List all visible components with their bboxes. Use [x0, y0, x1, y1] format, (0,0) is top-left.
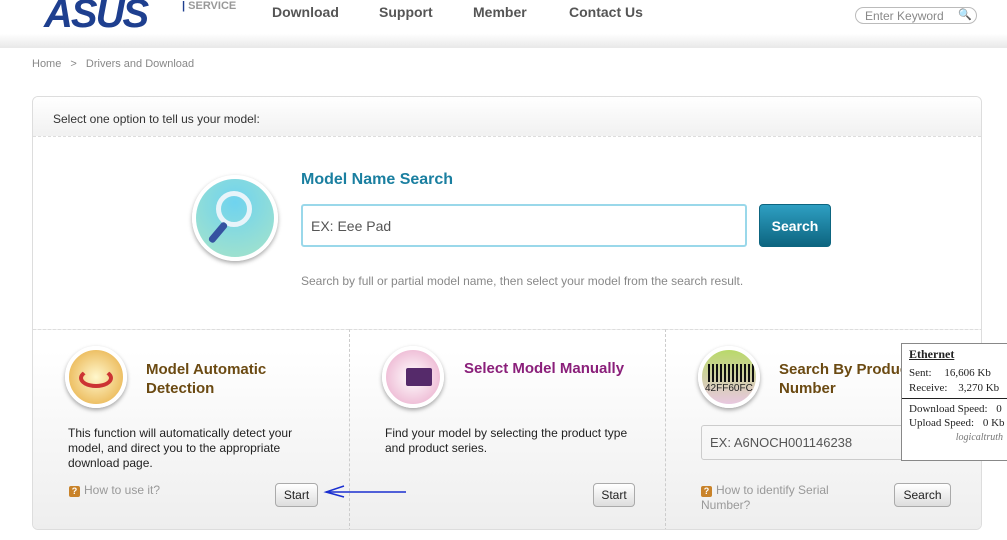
- ethernet-widget: Ethernet Sent: 16,606 Kb Receive: 3,270 …: [901, 343, 1007, 461]
- upload-speed-label: Upload Speed:: [909, 417, 975, 429]
- how-to-use-text: How to use it?: [84, 483, 161, 497]
- keyword-placeholder: Enter Keyword: [865, 9, 944, 23]
- manual-select-title: Select Model Manually: [464, 360, 625, 377]
- help-icon: ?: [701, 486, 712, 497]
- breadcrumb-home[interactable]: Home: [32, 58, 61, 70]
- help-icon: ?: [69, 486, 80, 497]
- panel-prompt: Select one option to tell us your model:: [33, 97, 981, 137]
- barcode-icon: 42FF60FC: [698, 346, 760, 408]
- auto-detect-title: Model Automatic Detection: [146, 361, 267, 397]
- barcode-text: 42FF60FC: [705, 383, 753, 394]
- ethernet-title: Ethernet: [909, 347, 955, 361]
- receive-label: Receive:: [909, 382, 948, 394]
- nav-support[interactable]: Support: [379, 4, 433, 20]
- model-search-title: Model Name Search: [301, 171, 454, 188]
- manual-select-icon: [382, 346, 444, 408]
- model-search-hint: Search by full or partial model name, th…: [301, 274, 744, 288]
- receive-value: 3,270 Kb: [958, 382, 1000, 394]
- download-speed-label: Download Speed:: [909, 403, 988, 415]
- service-text: SERVICE: [188, 0, 237, 12]
- keyword-search-input[interactable]: Enter Keyword 🔍: [855, 7, 977, 24]
- nav-member[interactable]: Member: [473, 4, 527, 20]
- serial-search-title-text: Search By Product Number: [779, 361, 914, 397]
- upload-speed-value: 0 Kb: [982, 417, 1005, 429]
- manual-select-desc: Find your model by selecting the product…: [385, 426, 628, 455]
- serial-help-link[interactable]: ? How to identify Serial Number?: [701, 483, 851, 513]
- breadcrumb-current[interactable]: Drivers and Download: [86, 58, 194, 70]
- serial-help-text: How to identify Serial Number?: [701, 483, 829, 512]
- search-icon[interactable]: 🔍: [958, 8, 972, 21]
- how-to-use-link[interactable]: ? How to use it?: [69, 483, 160, 498]
- auto-detect-desc: This function will automatically detect …: [68, 426, 293, 470]
- model-select-panel: Select one option to tell us your model:…: [32, 96, 982, 530]
- arrow-annotation: [323, 485, 406, 498]
- asus-logo[interactable]: ASUS: [44, 0, 149, 37]
- nav-contact-us[interactable]: Contact Us: [569, 4, 643, 20]
- breadcrumb: Home > Drivers and Download: [32, 58, 194, 70]
- serial-search-button[interactable]: Search: [894, 483, 951, 507]
- widget-brand: logicaltruth: [955, 432, 1003, 443]
- download-speed-value: 0: [996, 403, 1002, 415]
- manual-start-button[interactable]: Start: [593, 483, 635, 507]
- sent-value: 16,606 Kb: [944, 367, 991, 379]
- nav-download[interactable]: Download: [272, 4, 339, 20]
- model-search-button[interactable]: Search: [759, 204, 831, 247]
- service-label: | SERVICE: [182, 0, 237, 12]
- model-name-input[interactable]: EX: Eee Pad: [301, 204, 747, 247]
- header: ASUS | SERVICE Download Support Member C…: [0, 0, 1007, 48]
- breadcrumb-separator: >: [70, 58, 77, 70]
- auto-detect-section: Model Automatic Detection This function …: [33, 329, 349, 529]
- sent-label: Sent:: [909, 367, 932, 379]
- auto-detect-start-button[interactable]: Start: [275, 483, 318, 507]
- auto-detect-icon: [65, 346, 127, 408]
- magnifier-icon: [192, 175, 278, 261]
